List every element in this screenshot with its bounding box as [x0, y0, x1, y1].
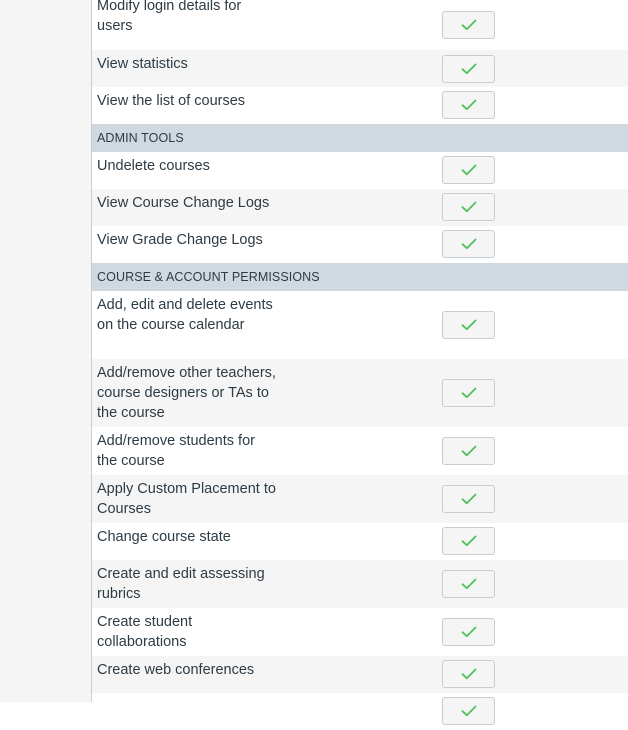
permission-label: Create student collaborations: [97, 614, 193, 650]
permission-toggle-button[interactable]: [442, 193, 495, 221]
section-header-label: ADMIN TOOLS: [97, 131, 184, 145]
checkmark-icon: [461, 99, 477, 111]
permission-label: Create web conferences: [97, 662, 255, 678]
permission-row: [92, 693, 628, 730]
permission-toggle-button[interactable]: [442, 660, 495, 688]
permission-row: Create student collaborations: [92, 608, 628, 656]
checkmark-icon: [461, 578, 477, 590]
permission-row: Add, edit and delete events on the cours…: [92, 291, 628, 359]
permission-label: Change course state: [97, 529, 231, 545]
permission-label: Apply Custom Placement to Courses: [97, 481, 276, 517]
checkmark-icon: [461, 201, 477, 213]
permission-toggle-button[interactable]: [442, 11, 495, 39]
permission-label: View Grade Change Logs: [97, 232, 263, 248]
permission-toggle-button[interactable]: [442, 527, 495, 555]
checkmark-icon: [461, 668, 477, 680]
permission-row: View Course Change Logs: [92, 189, 628, 226]
permission-label: View statistics: [97, 56, 188, 72]
checkmark-icon: [461, 387, 477, 399]
permission-toggle-button[interactable]: [442, 311, 495, 339]
permission-toggle-button[interactable]: [442, 156, 495, 184]
checkmark-icon: [461, 626, 477, 638]
permission-row: Apply Custom Placement to Courses: [92, 475, 628, 523]
permission-toggle-button[interactable]: [442, 485, 495, 513]
left-gutter: [0, 0, 92, 702]
permission-label: Create and edit assessing rubrics: [97, 566, 265, 602]
checkmark-icon: [461, 705, 477, 717]
permission-label: View the list of courses: [97, 93, 246, 109]
permission-label: Add/remove students for the course: [97, 433, 255, 469]
section-header: COURSE & ACCOUNT PERMISSIONS: [92, 263, 628, 291]
permission-toggle-button[interactable]: [442, 437, 495, 465]
checkmark-icon: [461, 63, 477, 75]
permission-toggle-button[interactable]: [442, 570, 495, 598]
permission-row: Add/remove students for the course: [92, 427, 628, 475]
permission-label: Modify login details for users: [97, 0, 242, 34]
permission-toggle-button[interactable]: [442, 55, 495, 83]
permission-row: View the list of courses: [92, 87, 628, 124]
permission-toggle-button[interactable]: [442, 618, 495, 646]
permission-row: Undelete courses: [92, 152, 628, 189]
checkmark-icon: [461, 319, 477, 331]
permission-row: Create and edit assessing rubrics: [92, 560, 628, 608]
permission-label: View Course Change Logs: [97, 195, 270, 211]
permission-label: Add, edit and delete events on the cours…: [97, 297, 273, 333]
checkmark-icon: [461, 238, 477, 250]
permission-toggle-button[interactable]: [442, 91, 495, 119]
permission-label: Undelete courses: [97, 158, 210, 174]
permission-toggle-button[interactable]: [442, 697, 495, 725]
checkmark-icon: [461, 164, 477, 176]
permission-row: View statistics: [92, 50, 628, 87]
permission-row: View Grade Change Logs: [92, 226, 628, 263]
checkmark-icon: [461, 535, 477, 547]
section-header-label: COURSE & ACCOUNT PERMISSIONS: [97, 270, 320, 284]
checkmark-icon: [461, 19, 477, 31]
permission-row: Create web conferences: [92, 656, 628, 693]
permission-label: Add/remove other teachers, course design…: [97, 365, 276, 421]
permission-toggle-button[interactable]: [442, 230, 495, 258]
permission-toggle-button[interactable]: [442, 379, 495, 407]
checkmark-icon: [461, 445, 477, 457]
permission-row: Add/remove other teachers, course design…: [92, 359, 628, 427]
section-header: ADMIN TOOLS: [92, 124, 628, 152]
checkmark-icon: [461, 493, 477, 505]
permission-row: Change course state: [92, 523, 628, 560]
permission-row: Modify login details for users: [92, 0, 628, 50]
